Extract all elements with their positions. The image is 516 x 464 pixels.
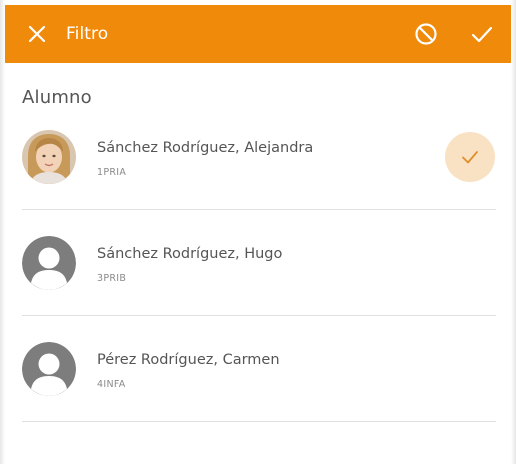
check-icon — [462, 151, 478, 164]
close-button[interactable] — [20, 17, 54, 51]
student-group: 3PRIB — [97, 273, 127, 284]
check-icon — [471, 26, 493, 43]
block-icon — [415, 23, 437, 45]
clear-filter-button[interactable] — [409, 17, 443, 51]
filter-screen: Filtro Alumno Sánchez Rodríguez, Alejand… — [0, 0, 516, 464]
student-name: Pérez Rodríguez, Carmen — [97, 352, 280, 368]
selected-badge[interactable] — [445, 132, 495, 182]
close-icon — [28, 25, 46, 43]
student-row-hugo[interactable]: Sánchez Rodríguez, Hugo 3PRIB — [22, 210, 496, 316]
student-name: Sánchez Rodríguez, Hugo — [97, 246, 283, 262]
placeholder-avatar — [22, 342, 76, 396]
student-row-alejandra[interactable]: Sánchez Rodríguez, Alejandra 1PRIA — [22, 104, 496, 210]
student-group: 1PRIA — [97, 167, 127, 178]
student-photo-avatar — [22, 130, 76, 184]
page-title: Filtro — [66, 24, 109, 44]
student-name: Sánchez Rodríguez, Alejandra — [97, 140, 314, 156]
student-row-carmen[interactable]: Pérez Rodríguez, Carmen 4INFA — [22, 316, 496, 422]
person-placeholder-icon — [22, 342, 76, 396]
confirm-button[interactable] — [465, 17, 499, 51]
placeholder-avatar — [22, 236, 76, 290]
app-header: Filtro — [5, 5, 511, 63]
person-placeholder-icon — [22, 236, 76, 290]
divider — [22, 421, 496, 422]
student-group: 4INFA — [97, 379, 126, 390]
